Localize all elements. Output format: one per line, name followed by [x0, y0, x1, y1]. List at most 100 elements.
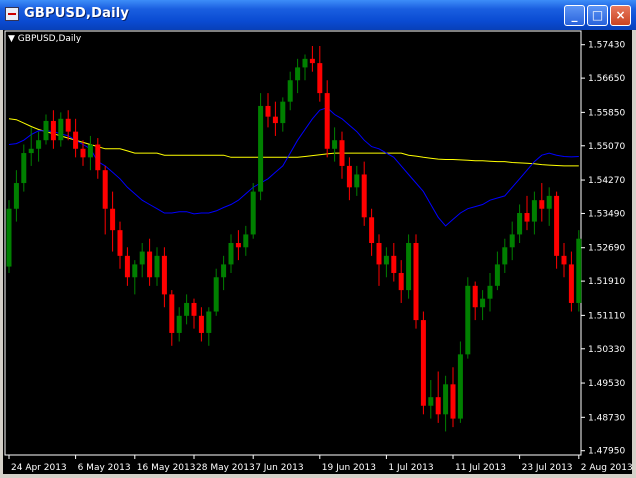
ma-fast-line	[8, 107, 579, 227]
window-title: GBPUSD,Daily	[24, 6, 130, 21]
ma-slow-line	[8, 118, 579, 167]
candle-body	[280, 101, 286, 124]
candle-body	[509, 234, 515, 248]
y-tick-label: 1.53490	[588, 209, 625, 219]
minimize-button[interactable]: _	[564, 5, 585, 26]
candle-body	[132, 264, 138, 278]
candle-body	[80, 148, 86, 158]
candle-body	[161, 255, 167, 295]
y-tick-label: 1.57430	[588, 41, 625, 51]
candle-body	[443, 384, 449, 415]
candle-body	[531, 200, 537, 222]
candle-body	[576, 238, 582, 303]
candle-body	[391, 255, 397, 273]
y-tick-label: 1.49530	[588, 379, 625, 389]
candle-body	[539, 200, 545, 209]
y-tick-label: 1.55070	[588, 142, 625, 152]
candle-body	[361, 174, 367, 218]
candle-body	[102, 170, 108, 209]
x-tick-label: 1 Jul 2013	[388, 463, 433, 473]
candle-body	[287, 80, 293, 102]
candle-body	[95, 144, 101, 171]
maximize-button[interactable]: □	[587, 5, 608, 26]
candle-body	[265, 105, 271, 117]
candle-body	[398, 272, 404, 291]
candle-body	[376, 243, 382, 265]
x-tick-label: 28 May 2013	[196, 463, 255, 473]
candle-body	[317, 63, 323, 94]
y-tick-label: 1.52690	[588, 244, 625, 254]
candle-body	[502, 247, 508, 265]
candle-body	[450, 384, 456, 419]
candle-body	[457, 354, 463, 419]
candle-body	[354, 174, 360, 188]
candle-body	[87, 144, 93, 158]
title-bar[interactable]: GBPUSD,Daily _ □ ×	[0, 0, 636, 30]
plot-frame	[4, 30, 582, 456]
candle-body	[73, 131, 79, 149]
candle-body	[302, 58, 308, 68]
candle-body	[517, 213, 523, 235]
candle-body	[561, 255, 567, 265]
candle-body	[206, 311, 212, 333]
candle-body	[50, 120, 56, 141]
dropdown-triangle-icon[interactable]: ▼	[8, 34, 15, 44]
candle-body	[295, 67, 301, 81]
candle-body	[272, 116, 278, 124]
y-tick-label: 1.47950	[588, 447, 625, 457]
close-button[interactable]: ×	[610, 5, 631, 26]
candle-body	[369, 217, 375, 243]
candle-body	[191, 302, 197, 316]
candle-body	[235, 243, 241, 248]
chart-window-icon[interactable]	[5, 7, 19, 21]
candle-body	[228, 243, 234, 265]
candle-body	[198, 315, 204, 333]
candle-body	[332, 140, 338, 149]
candle-body	[169, 294, 175, 333]
x-tick-label: 24 Apr 2013	[11, 463, 67, 473]
candle-body	[147, 251, 153, 278]
candle-body	[524, 213, 530, 222]
candle-body	[487, 285, 493, 299]
x-tick-label: 16 May 2013	[137, 463, 196, 473]
candle-body	[154, 255, 160, 278]
y-tick-label: 1.48730	[588, 413, 625, 423]
candle-body	[494, 264, 500, 286]
y-tick-label: 1.56650	[588, 74, 625, 84]
candle-body	[480, 298, 486, 308]
y-tick-label: 1.51910	[588, 277, 625, 287]
candle-body	[110, 208, 116, 231]
y-tick-label: 1.51110	[588, 311, 625, 321]
candle-body	[435, 397, 441, 415]
candle-body	[184, 302, 190, 316]
candle-body	[406, 243, 412, 291]
candle-body	[339, 140, 345, 166]
y-tick-label: 1.50330	[588, 345, 625, 355]
candle-body	[383, 255, 389, 265]
price-chart[interactable]: 1.57430 1.56650 1.55850 1.55070 1.54270 1.534…	[3, 30, 632, 474]
candle-body	[124, 255, 130, 278]
candle-body	[21, 153, 27, 184]
x-tick-label: 23 Jul 2013	[522, 463, 573, 473]
x-tick-label: 11 Jul 2013	[455, 463, 506, 473]
candle-body	[413, 243, 419, 321]
chart-window: GBPUSD,Daily _ □ × 1.57430 1.56650 1.55850…	[0, 0, 636, 478]
candle-body	[420, 320, 426, 406]
candle-body	[554, 195, 560, 256]
candle-body	[65, 118, 71, 132]
candle-body	[472, 285, 478, 308]
candle-body	[221, 264, 227, 278]
symbol-label-text: GBPUSD,Daily	[17, 34, 82, 44]
x-tick-label: 2 Aug 2013	[581, 463, 632, 473]
candle-body	[6, 208, 12, 267]
candle-body	[176, 315, 182, 333]
chart-symbol-label[interactable]: ▼ GBPUSD,Daily	[8, 34, 81, 44]
price-chart-svg[interactable]: 1.57430 1.56650 1.55850 1.55070 1.54270 1.534…	[3, 30, 632, 474]
candle-body	[139, 251, 145, 265]
candle-body	[546, 195, 552, 209]
candle-body	[465, 285, 471, 355]
candle-body	[117, 230, 123, 256]
candle-body	[428, 397, 434, 406]
candle-body	[346, 165, 352, 188]
candle-body	[324, 93, 330, 149]
